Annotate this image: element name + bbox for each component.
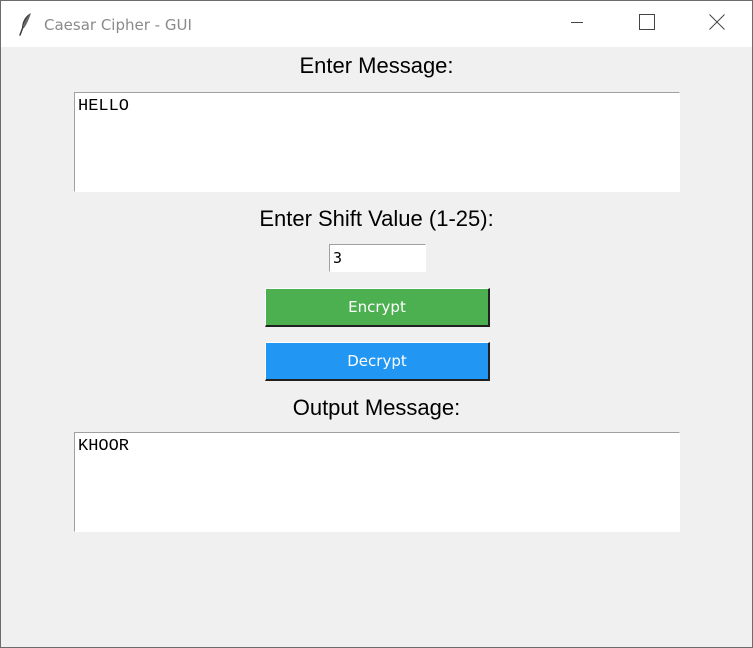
minimize-icon [571, 15, 583, 33]
close-button[interactable] [694, 1, 740, 47]
shift-label: Enter Shift Value (1-25): [259, 206, 494, 231]
encrypt-button[interactable]: Encrypt [265, 288, 490, 327]
output-label: Output Message: [292, 395, 461, 420]
message-label: Enter Message: [299, 53, 454, 78]
title-bar[interactable]: Caesar Cipher - GUI [1, 1, 752, 47]
encrypt-button-label: Encrypt [348, 298, 406, 316]
decrypt-button[interactable]: Decrypt [265, 342, 490, 381]
maximize-icon [639, 13, 655, 35]
message-textarea[interactable]: HELLO [74, 92, 680, 192]
window-title: Caesar Cipher - GUI [44, 16, 192, 34]
output-textarea[interactable]: KHOOR [74, 432, 680, 532]
maximize-button[interactable] [624, 1, 670, 47]
feather-icon [18, 12, 34, 36]
shift-input[interactable]: 3 [329, 244, 426, 272]
app-window: Caesar Cipher - GUI Enter Message: HELLO… [0, 0, 753, 648]
close-icon [709, 13, 725, 35]
minimize-button[interactable] [554, 1, 600, 47]
decrypt-button-label: Decrypt [347, 352, 407, 370]
